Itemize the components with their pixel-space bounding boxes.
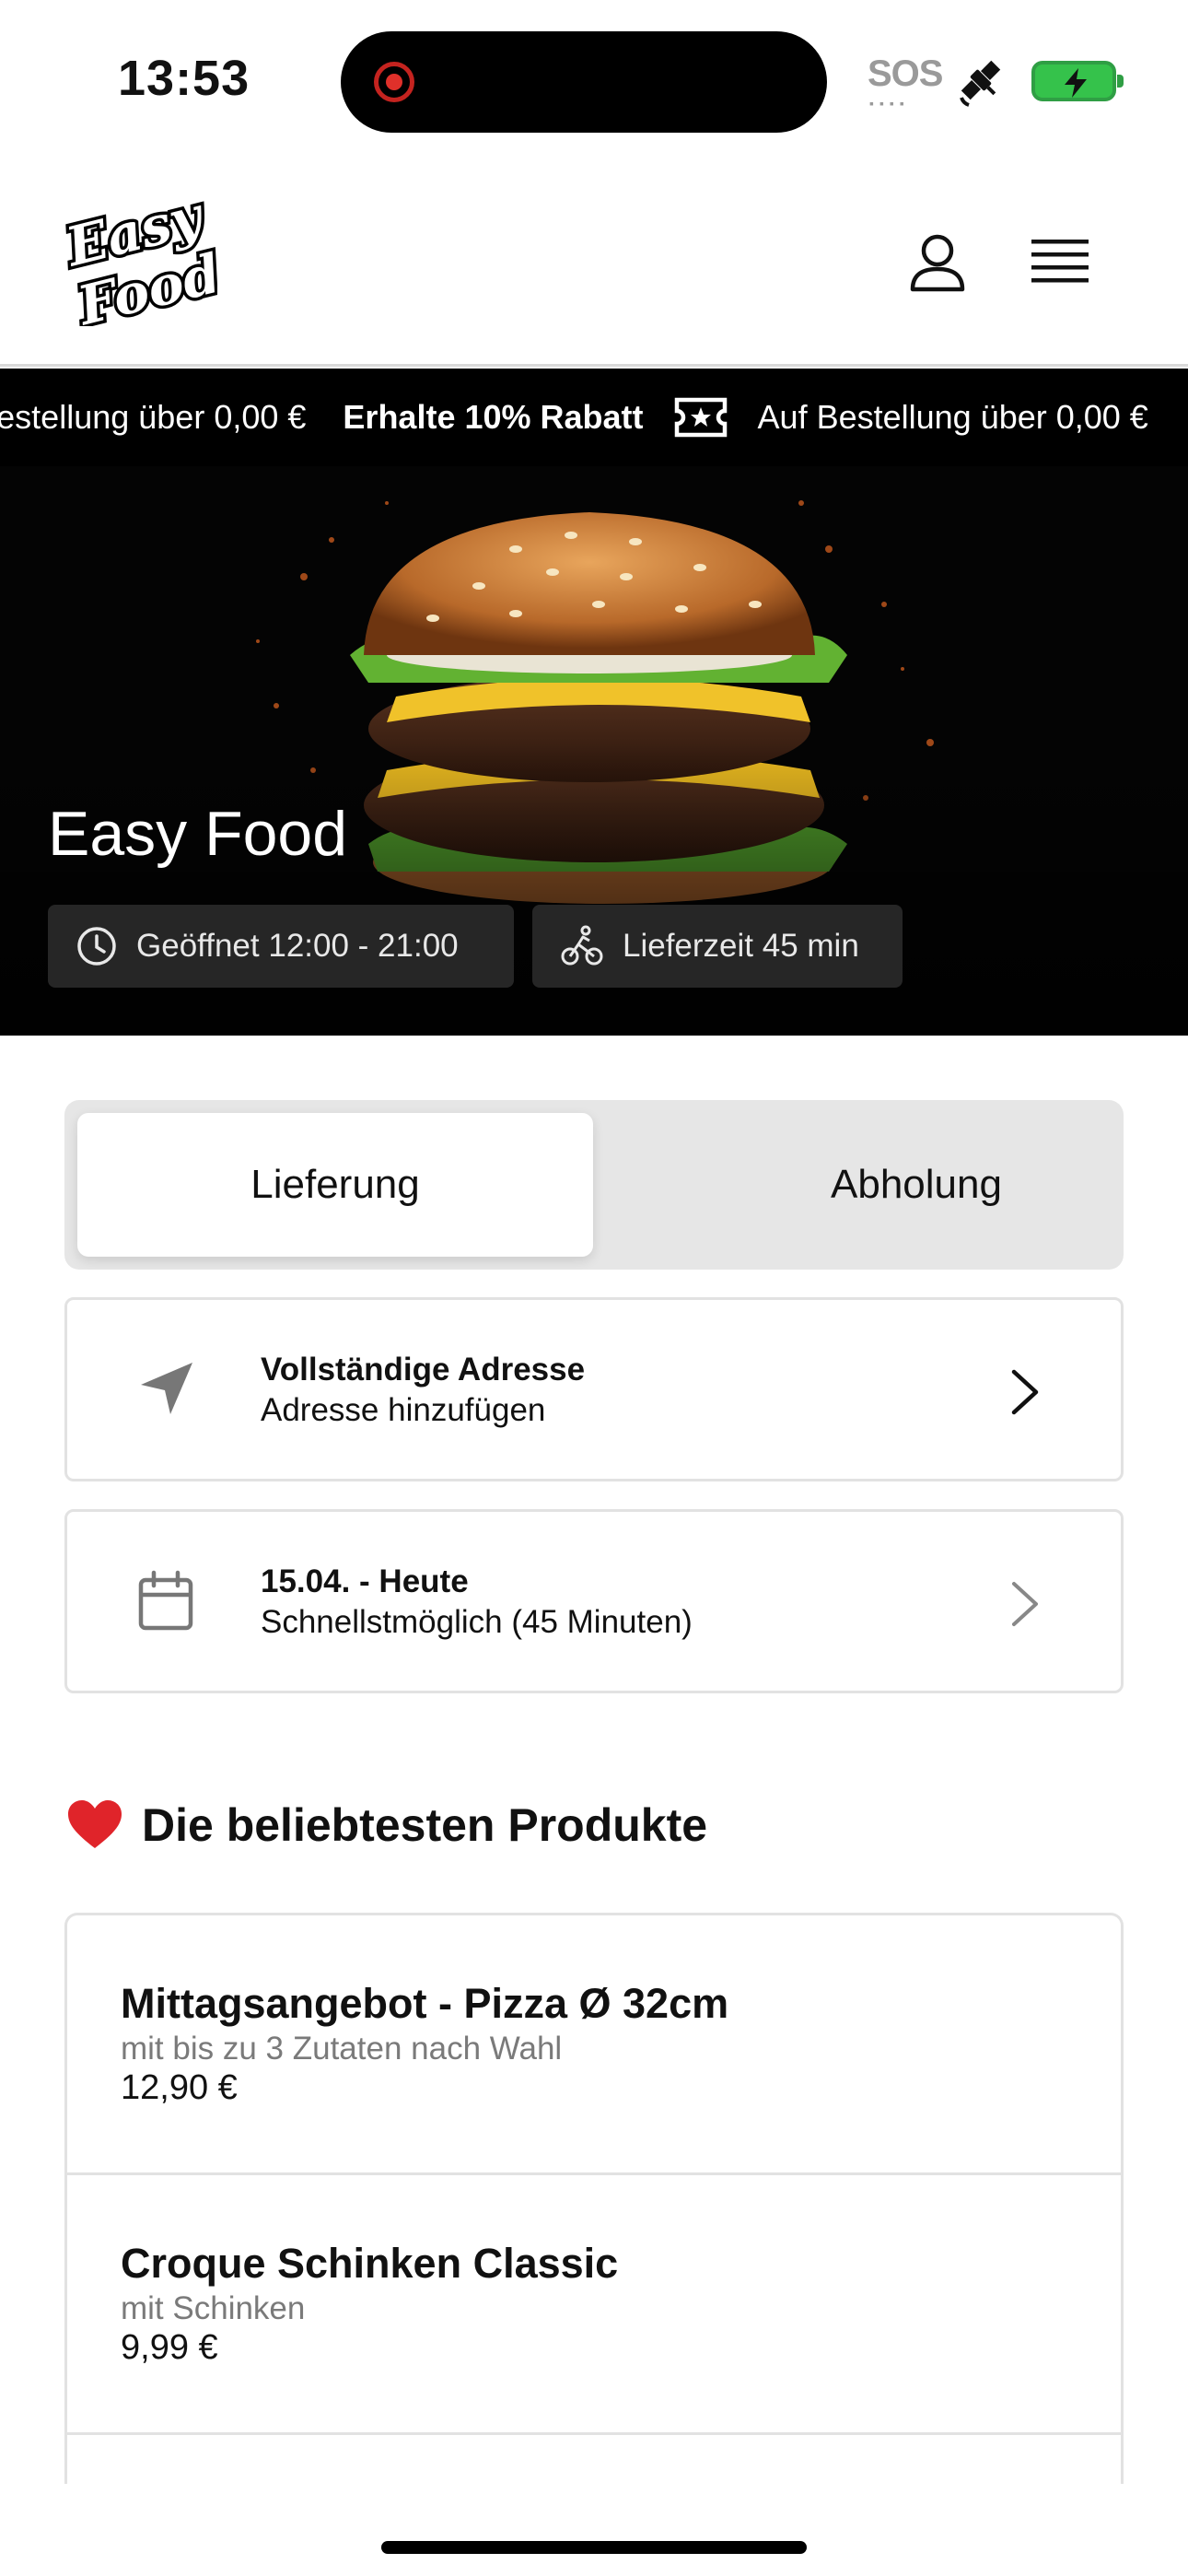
promo-text: Auf Bestellung über 0,00 € xyxy=(757,398,1148,436)
address-card[interactable]: Vollständige Adresse Adresse hinzufügen xyxy=(64,1297,1124,1481)
product-price: 12,90 € xyxy=(121,2068,238,2107)
address-title: Vollständige Adresse xyxy=(261,1352,586,1388)
dynamic-island xyxy=(341,31,827,133)
schedule-card[interactable]: 15.04. - Heute Schnellstmöglich (45 Minu… xyxy=(64,1509,1124,1693)
account-icon[interactable] xyxy=(907,232,968,293)
schedule-title: 15.04. - Heute xyxy=(261,1563,469,1599)
promo-ticker: Erhalte 10% Rabatt Auf Bestellung über 0… xyxy=(0,369,1188,466)
delivery-time-badge: Lieferzeit 45 min xyxy=(532,905,903,988)
promo-text-bold: Erhalte 10% Rabatt xyxy=(343,398,644,436)
clock-icon xyxy=(77,927,116,966)
home-indicator[interactable] xyxy=(381,2541,807,2554)
screen-recording-icon xyxy=(374,62,414,102)
opening-hours-text: Geöffnet 12:00 - 21:00 xyxy=(136,928,459,964)
restaurant-hero: Easy Food Geöffnet 12:00 - 21:00 Lieferz… xyxy=(0,466,1188,1036)
opening-hours-badge: Geöffnet 12:00 - 21:00 xyxy=(48,905,514,988)
product-name: Mittagsangebot - Pizza Ø 32cm xyxy=(121,1980,729,2027)
schedule-subtitle: Schnellstmöglich (45 Minuten) xyxy=(261,1604,693,1640)
status-bar: 13:53 SOS ▪▪▪▪ xyxy=(0,0,1188,157)
product-item[interactable]: Croque Schinken Classic mit Schinken 9,9… xyxy=(67,2175,1121,2435)
promo-text: Auf Bestellung über 0,00 € xyxy=(0,398,307,436)
bicycle-courier-icon xyxy=(561,925,603,966)
popular-products-title: Die beliebtesten Produkte xyxy=(142,1799,708,1851)
delivery-time-text: Lieferzeit 45 min xyxy=(623,928,859,964)
order-mode-toggle: Lieferung Abholung xyxy=(64,1100,1124,1270)
product-item[interactable]: Mittagsangebot - Pizza Ø 32cm mit bis zu… xyxy=(67,1915,1121,2175)
status-time: 13:53 xyxy=(118,51,250,106)
coupon-icon xyxy=(674,397,727,438)
chevron-right-icon xyxy=(1012,1582,1038,1626)
product-price: 9,99 € xyxy=(121,2328,218,2367)
calendar-icon xyxy=(138,1570,193,1631)
address-subtitle: Adresse hinzufügen xyxy=(261,1392,546,1428)
chevron-right-icon xyxy=(1011,1369,1039,1415)
delivery-tab[interactable]: Lieferung xyxy=(77,1113,593,1257)
restaurant-name: Easy Food xyxy=(48,799,348,869)
promo-ticker-track: Erhalte 10% Rabatt Auf Bestellung über 0… xyxy=(0,369,1148,466)
sos-indicator: SOS xyxy=(868,53,943,94)
pickup-tab[interactable]: Abholung xyxy=(658,1113,1174,1257)
menu-icon[interactable] xyxy=(1030,238,1090,287)
product-list: Mittagsangebot - Pizza Ø 32cm mit bis zu… xyxy=(64,1913,1124,2484)
product-description: mit bis zu 3 Zutaten nach Wahl xyxy=(121,2031,563,2067)
app-header: Easy Food xyxy=(0,157,1188,367)
popular-products-heading: Die beliebtesten Produkte xyxy=(66,1798,707,1852)
satellite-icon xyxy=(960,60,1001,107)
product-description: mit Schinken xyxy=(121,2290,306,2326)
heart-icon xyxy=(68,1800,122,1848)
location-arrow-icon xyxy=(141,1363,192,1414)
easy-food-logo[interactable]: Easy Food xyxy=(63,197,217,326)
battery-charging-icon xyxy=(1031,61,1124,101)
product-name: Croque Schinken Classic xyxy=(121,2240,619,2287)
signal-dots-icon: ▪▪▪▪ xyxy=(869,96,910,111)
